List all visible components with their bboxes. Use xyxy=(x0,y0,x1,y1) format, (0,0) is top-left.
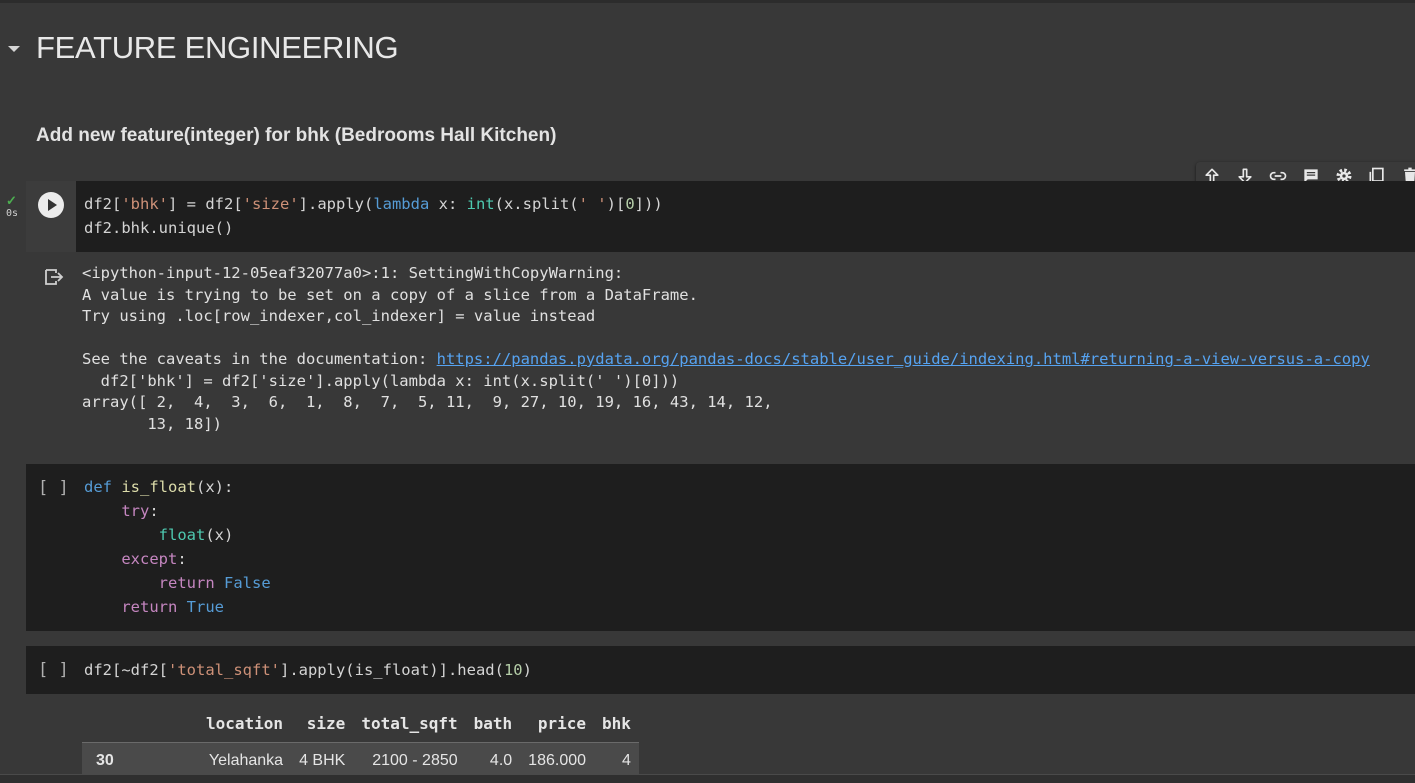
output-line: <ipython-input-12-05eaf32077a0>:1: Setti… xyxy=(82,264,624,282)
code-editor[interactable]: df2['bhk'] = df2['size'].apply(lambda x:… xyxy=(84,192,663,240)
code-editor[interactable]: def is_float(x): try: float(x) except: r… xyxy=(84,475,271,619)
execution-time: 0s xyxy=(6,208,19,219)
code-token: lambda xyxy=(373,195,430,213)
code-token: 'bhk' xyxy=(121,195,168,213)
index-header xyxy=(82,710,198,743)
top-border xyxy=(0,0,1415,3)
column-header: total_sqft xyxy=(361,714,458,733)
output-line: Try using .loc[row_indexer,col_indexer] … xyxy=(82,307,596,325)
code-cell-is-float[interactable]: [ ] def is_float(x): try: float(x) excep… xyxy=(26,464,1415,631)
table-cell: 2100 - 2850 xyxy=(353,742,466,774)
execution-success-icon: ✓ xyxy=(6,193,17,208)
column-header: size xyxy=(306,714,346,733)
code-token: False xyxy=(224,574,271,592)
table-cell: Yelahanka xyxy=(198,742,292,774)
code-token: ].apply(is_float)].head( xyxy=(279,661,504,679)
output-line: A value is trying to be set on a copy of… xyxy=(82,285,698,304)
cell-run-bracket[interactable]: [ ] xyxy=(38,660,69,680)
table-cell: 4 BHK xyxy=(291,742,354,774)
output-line: See the caveats in the documentation: xyxy=(82,350,437,368)
code-token: except xyxy=(121,550,178,568)
table-cell: 4 xyxy=(594,742,639,774)
code-token: (x.split( xyxy=(494,195,579,213)
collapse-section-caret-icon[interactable] xyxy=(8,46,20,52)
code-cell-filter[interactable]: [ ] df2[~df2['total_sqft'].apply(is_floa… xyxy=(26,646,1415,694)
code-token: 'total_sqft' xyxy=(168,661,280,679)
code-token: : xyxy=(149,502,159,520)
code-token: )[ xyxy=(606,195,626,213)
output-line: array([ 2, 4, 3, 6, 1, 8, 7, 5, 11, 9, 2… xyxy=(82,393,773,411)
table-cell: 4.0 xyxy=(465,742,521,774)
code-token: df2.bhk.unique() xyxy=(84,219,234,237)
output-actions-icon[interactable] xyxy=(44,268,64,286)
output-line: 13, 18]) xyxy=(82,414,222,433)
run-cell-button[interactable] xyxy=(38,192,64,218)
code-token: df2[ xyxy=(84,195,122,213)
code-token: : xyxy=(177,550,187,568)
cell-output: <ipython-input-12-05eaf32077a0>:1: Setti… xyxy=(26,254,1415,448)
code-token: 'size' xyxy=(242,195,299,213)
table-row: 30 Yelahanka 4 BHK 2100 - 2850 4.0 186.0… xyxy=(82,742,639,774)
output-text: <ipython-input-12-05eaf32077a0>:1: Setti… xyxy=(82,263,1370,435)
code-token: try xyxy=(121,502,150,520)
code-cell-bhk[interactable]: df2['bhk'] = df2['size'].apply(lambda x:… xyxy=(26,181,1415,252)
code-token: int xyxy=(466,195,495,213)
column-header: bath xyxy=(473,714,513,733)
code-token: def xyxy=(84,478,112,496)
code-token: ])) xyxy=(634,195,663,213)
code-token: 10 xyxy=(503,661,523,679)
code-token: (x): xyxy=(196,478,234,496)
code-token: ) xyxy=(522,661,532,679)
cell-run-bracket[interactable]: [ ] xyxy=(38,478,69,498)
dataframe-table: location size total_sqft bath price bhk … xyxy=(82,710,639,774)
bottom-border xyxy=(0,774,1415,783)
code-token: float xyxy=(158,526,206,544)
column-header: location xyxy=(206,714,284,733)
column-header: bhk xyxy=(602,714,631,733)
section-heading: FEATURE ENGINEERING xyxy=(36,30,399,65)
run-cell-gutter xyxy=(26,181,76,252)
code-token: return xyxy=(158,574,215,592)
code-token: return xyxy=(121,598,178,616)
row-index: 30 xyxy=(82,742,198,774)
code-token: True xyxy=(186,598,224,616)
docs-link[interactable]: https://pandas.pydata.org/pandas-docs/st… xyxy=(437,350,1370,368)
table-cell: 186.000 xyxy=(520,742,595,774)
code-token: (x) xyxy=(205,526,234,544)
column-header: price xyxy=(537,714,587,733)
table-header-row: location size total_sqft bath price bhk xyxy=(82,710,639,743)
code-token: is_float xyxy=(121,478,196,496)
output-line: df2['bhk'] = df2['size'].apply(lambda x:… xyxy=(82,371,680,390)
code-token: x: xyxy=(429,195,467,213)
code-token: df2[~df2[ xyxy=(84,661,168,679)
code-token: 0 xyxy=(625,195,635,213)
markdown-subheading: Add new feature(integer) for bhk (Bedroo… xyxy=(36,125,557,146)
code-token: ].apply( xyxy=(298,195,374,213)
code-editor[interactable]: df2[~df2['total_sqft'].apply(is_float)].… xyxy=(84,658,532,682)
code-token: ] = df2[ xyxy=(168,195,243,213)
code-token: ' ' xyxy=(578,195,607,213)
